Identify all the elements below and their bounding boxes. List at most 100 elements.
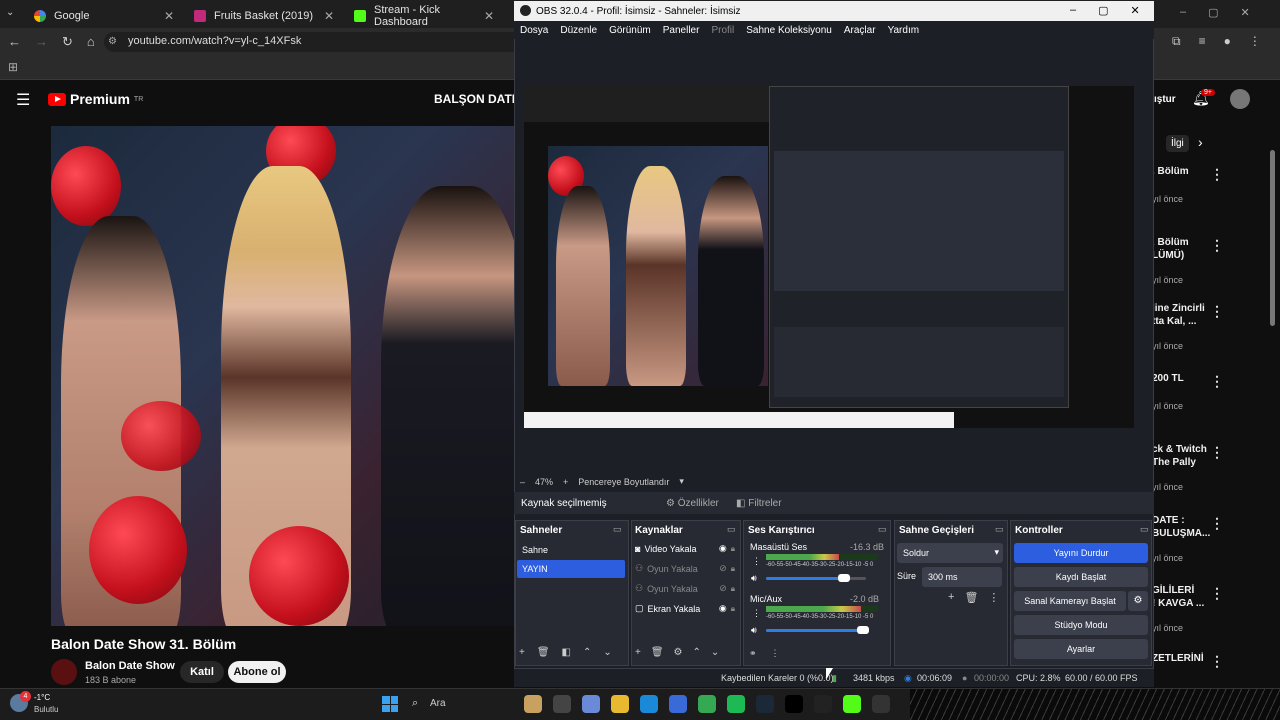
maximize-icon[interactable]: ▢ [1098,4,1108,17]
settings-button[interactable]: Ayarlar [1014,639,1148,659]
gear-icon[interactable]: ⚙ [674,647,683,658]
eye-hidden-icon[interactable]: ⊘ [719,583,727,594]
add-icon[interactable]: + [635,647,641,658]
copilot-icon[interactable] [582,695,600,713]
taskbar-search[interactable]: Ara [430,698,446,709]
link-icon[interactable]: ⚭ [749,648,757,659]
kick-icon[interactable] [843,695,861,713]
create-button-partial[interactable]: ıştur [1154,94,1176,105]
close-icon[interactable]: ✕ [324,9,334,23]
zoom-out-icon[interactable]: – [520,477,525,487]
trash-icon[interactable]: 🗑︎ [651,647,664,658]
channel-name[interactable]: Balon Date Show [85,660,175,672]
kebab-icon[interactable]: ⋮ [1210,373,1224,390]
obs-preview[interactable] [524,86,1134,428]
duration-spinbox[interactable]: 300 ms [922,567,1002,587]
steam-icon[interactable] [756,695,774,713]
chevron-right-icon[interactable]: › [1198,134,1203,150]
menu-item[interactable]: Dosya [520,25,548,36]
speaker-icon[interactable]: 🔊︎ [751,573,757,584]
kebab-icon[interactable]: ⋮ [1210,444,1224,461]
minimize-icon[interactable]: – [1070,4,1076,17]
related-title[interactable]: DATE : BULUŞMA... [1152,514,1210,540]
down-icon[interactable]: ⌄ [603,647,611,658]
gear-icon[interactable]: ⚙ [1128,591,1148,611]
home-icon[interactable]: ⌂ [87,34,95,50]
dock-float-icon[interactable]: ▭ [613,524,622,535]
widgets-icon[interactable] [524,695,542,713]
video-player[interactable] [51,126,515,626]
kebab-icon[interactable]: ⋮ [1210,585,1224,602]
menu-item[interactable]: Düzenle [560,25,597,36]
transition-select[interactable]: Soldur ▾ [897,543,1003,563]
subscribe-button[interactable]: Abone ol [228,661,286,683]
close-icon[interactable]: ✕ [1131,4,1140,17]
related-title[interactable]: . Bölüm LÜMÜ) [1152,236,1189,262]
down-icon[interactable]: ⌄ [711,647,719,658]
scene-item[interactable]: Sahne [517,541,625,559]
trash-icon[interactable]: 🗑︎ [964,591,978,604]
kebab-icon[interactable]: ⋮ [1210,653,1224,670]
dock-float-icon[interactable]: ▭ [727,524,736,535]
back-icon[interactable]: ← [8,34,21,50]
maximize-icon[interactable]: ▢ [1208,6,1218,19]
tiktok-icon[interactable] [785,695,803,713]
task-view-icon[interactable] [553,695,571,713]
kebab-icon[interactable]: ⋮ [1210,166,1224,183]
scene-item-selected[interactable]: YAYIN [517,560,625,578]
search-icon[interactable]: ⌕ [412,697,418,710]
kebab-icon[interactable]: ⋮ [752,556,761,567]
related-title[interactable]: line Zincirli tta Kal, ... [1152,302,1205,328]
kebab-icon[interactable]: ⋮ [1210,237,1224,254]
chrome-icon[interactable] [698,695,716,713]
start-icon[interactable] [382,696,398,712]
source-item[interactable]: ⚇ Oyun Yakala ⊘ 🔒︎ [635,563,735,574]
lock-icon[interactable]: 🔒︎ [731,544,735,554]
menu-item[interactable]: Paneller [663,25,700,36]
start-recording-button[interactable]: Kaydı Başlat [1014,567,1148,587]
file-explorer-icon[interactable] [611,695,629,713]
close-icon[interactable]: ✕ [484,9,494,23]
eye-hidden-icon[interactable]: ⊘ [719,563,727,574]
source-item[interactable]: ◙ Video Yakala ◉ 🔒︎ [635,543,735,554]
zoom-in-icon[interactable]: + [563,477,568,487]
speaker-icon[interactable]: 🔊︎ [751,625,757,636]
filters-button[interactable]: ◧ Filtreler [736,498,782,509]
tab-kick[interactable]: Stream - Kick Dashboard ✕ [346,4,502,28]
epic-games-icon[interactable] [814,695,832,713]
add-icon[interactable]: + [519,647,525,658]
channel-avatar[interactable] [51,659,77,685]
trash-icon[interactable]: 🗑︎ [537,647,550,658]
menu-item[interactable]: Profil [711,25,734,36]
tab-search-icon[interactable]: ⌄ [6,7,14,18]
kebab-icon[interactable]: ⋮ [1210,303,1224,320]
dock-float-icon[interactable]: ▭ [1140,524,1149,535]
join-button[interactable]: Katıl [180,661,224,683]
source-item[interactable]: ⚇ Oyun Yakala ⊘ 🔒︎ [635,583,735,594]
close-icon[interactable]: ✕ [164,9,174,23]
dock-float-icon[interactable]: ▭ [878,524,887,535]
spotify-icon[interactable] [727,695,745,713]
apps-icon[interactable]: ⊞ [8,60,18,74]
related-title[interactable]: . Bölüm [1152,165,1189,178]
chevron-down-icon[interactable]: ▾ [679,476,684,487]
site-info-icon[interactable]: ⚙ [108,36,117,47]
reload-icon[interactable]: ↻ [62,34,73,50]
menu-icon[interactable]: ⋮ [1249,34,1261,49]
close-window-icon[interactable]: ✕ [1241,6,1250,19]
store-icon[interactable] [669,695,687,713]
related-title[interactable]: 200 TL [1152,372,1184,385]
lock-icon[interactable]: 🔒︎ [731,604,735,614]
dock-float-icon[interactable]: ▭ [995,524,1004,535]
up-icon[interactable]: ⌃ [693,647,701,658]
scrollbar[interactable] [1270,150,1275,326]
kebab-icon[interactable]: ⋮ [752,608,761,619]
header-chip[interactable]: BALŞON DATE [434,92,520,106]
related-title[interactable]: GİLİLERİ ! KAVGA ... [1152,584,1204,610]
source-item[interactable]: ▢ Ekran Yakala ◉ 🔒︎ [635,603,735,614]
related-title[interactable]: ck & Twitch The Pally [1152,443,1207,469]
volume-slider[interactable] [857,626,869,634]
youtube-logo[interactable]: Premium TR [48,91,143,107]
obs-icon[interactable] [872,695,890,713]
media-icon[interactable]: ≡ [1199,34,1206,49]
